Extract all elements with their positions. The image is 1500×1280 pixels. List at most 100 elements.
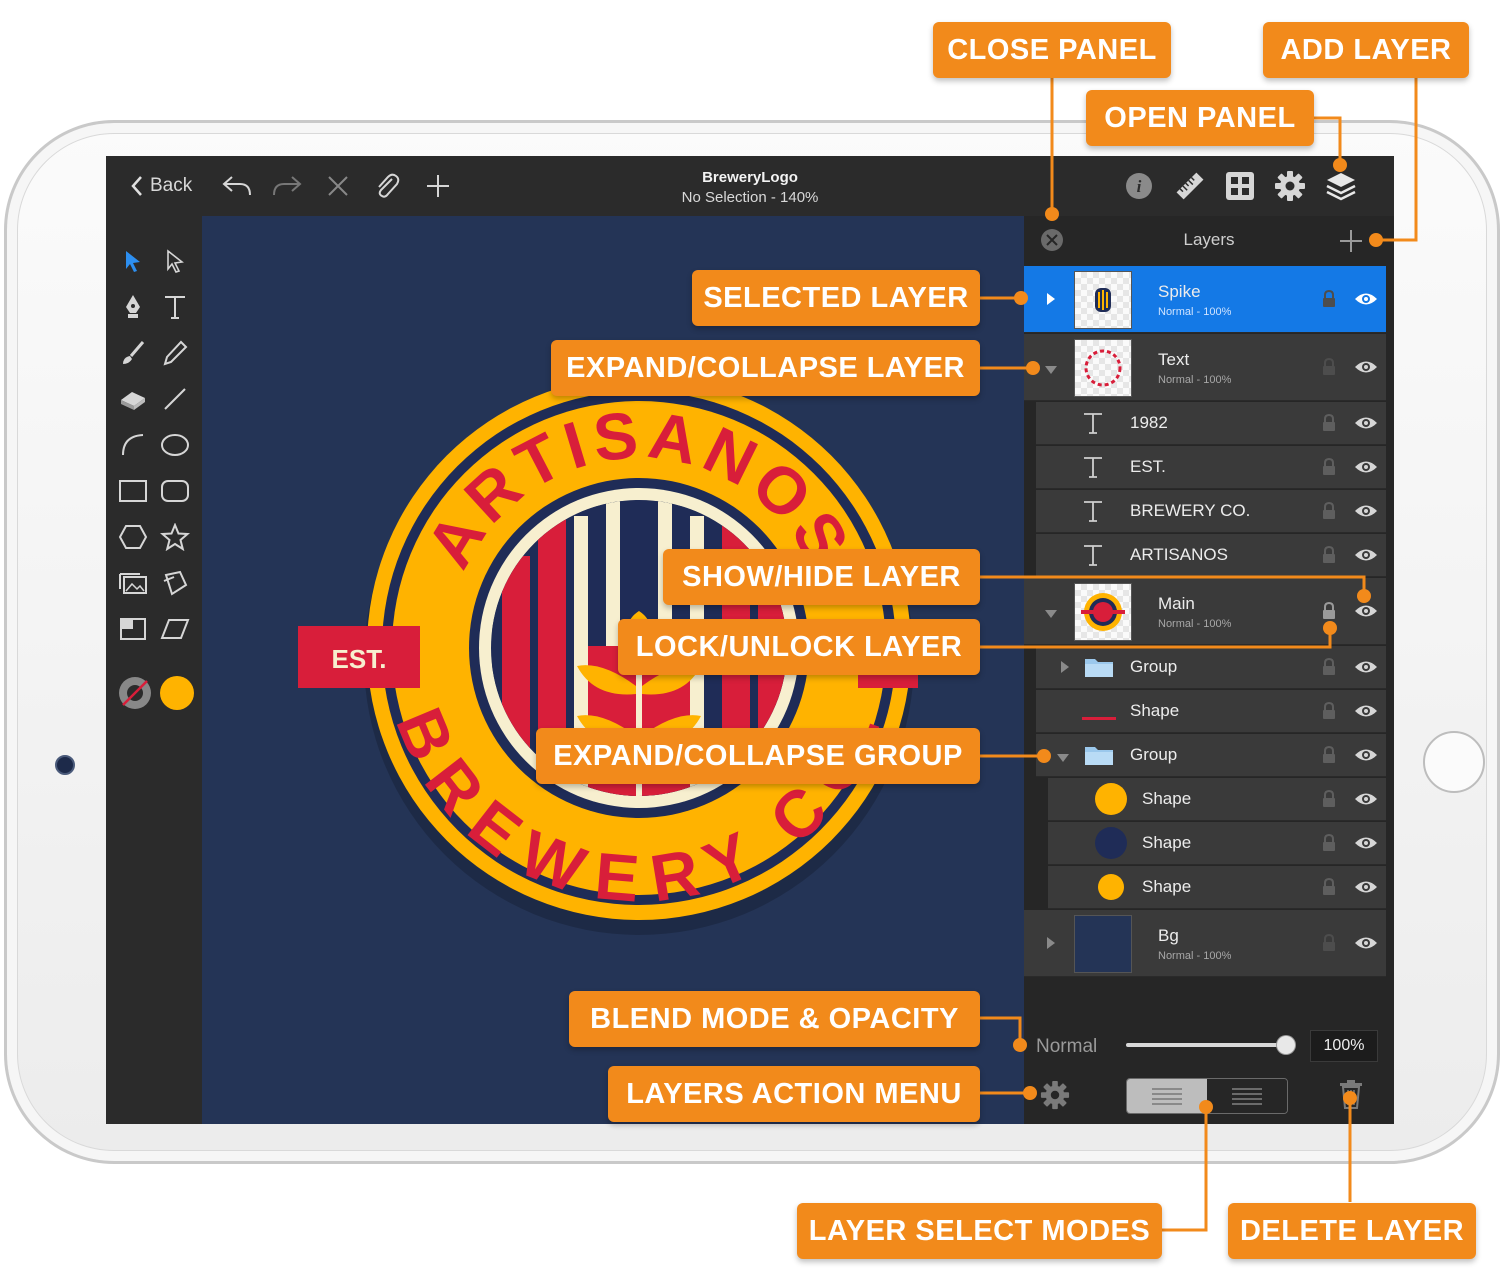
eye-icon[interactable] — [1354, 547, 1378, 568]
eye-icon[interactable] — [1354, 935, 1378, 956]
ellipse-tool[interactable] — [158, 428, 192, 462]
info-button[interactable]: i — [1124, 170, 1154, 202]
layer-row-shape[interactable]: Shape — [1048, 822, 1386, 865]
brush-icon — [123, 341, 145, 364]
layer-row-group[interactable]: Group — [1036, 646, 1386, 689]
settings-button[interactable] — [1274, 170, 1306, 202]
line-tool[interactable] — [158, 382, 192, 416]
lock-icon[interactable] — [1322, 877, 1336, 901]
expand-collapse-right-icon[interactable] — [1060, 660, 1070, 679]
list-lines-icon — [1232, 1088, 1262, 1105]
arc-tool[interactable] — [116, 428, 150, 462]
eye-icon[interactable] — [1354, 879, 1378, 900]
layer-select-modes — [1126, 1078, 1288, 1114]
hexagon-icon — [118, 525, 148, 549]
rounded-rect-tool[interactable] — [158, 474, 192, 508]
layer-row-bg[interactable]: Bg Normal - 100% — [1024, 910, 1386, 977]
open-layers-panel-button[interactable] — [1324, 170, 1358, 202]
eye-icon[interactable] — [1354, 703, 1378, 724]
layer-row-brewery-co-[interactable]: BREWERY CO. — [1036, 490, 1386, 533]
eye-icon[interactable] — [1354, 835, 1378, 856]
transform-tool[interactable] — [158, 566, 192, 600]
select-mode-multiple[interactable] — [1207, 1079, 1287, 1113]
layer-row-group[interactable]: Group — [1036, 734, 1386, 777]
layer-row-shape[interactable]: Shape — [1048, 778, 1386, 821]
layers-action-menu-button[interactable] — [1040, 1080, 1070, 1115]
add-layer-button[interactable] — [1338, 228, 1364, 259]
crop-tool[interactable] — [116, 612, 150, 646]
polygon-tool[interactable] — [116, 520, 150, 554]
fill-color-well[interactable] — [159, 675, 195, 711]
opacity-value-field[interactable]: 100% — [1310, 1030, 1378, 1062]
lock-icon[interactable] — [1322, 601, 1336, 625]
image-import-tool[interactable] — [116, 566, 150, 600]
pen-tool[interactable] — [116, 290, 150, 324]
lock-icon[interactable] — [1322, 657, 1336, 681]
layer-row-est-[interactable]: EST. — [1036, 446, 1386, 489]
layer-thumbnail — [1074, 583, 1132, 641]
layer-row-1982[interactable]: 1982 — [1036, 402, 1386, 445]
eye-icon[interactable] — [1354, 603, 1378, 624]
lock-icon[interactable] — [1322, 701, 1336, 725]
expand-collapse-down-icon[interactable] — [1056, 750, 1070, 768]
rectangle-tool[interactable] — [116, 474, 150, 508]
yellow-circle-shape-icon — [1094, 870, 1128, 909]
direct-select-tool[interactable] — [158, 244, 192, 278]
ruler-button[interactable] — [1174, 170, 1206, 202]
delete-layer-button[interactable] — [1338, 1078, 1364, 1115]
home-button[interactable] — [1423, 731, 1485, 793]
lock-icon[interactable] — [1322, 289, 1336, 313]
blend-mode-select[interactable]: Normal — [1036, 1036, 1097, 1058]
expand-collapse-right-icon[interactable] — [1046, 936, 1056, 955]
callout-open-panel: OPEN PANEL — [1086, 90, 1314, 146]
expand-collapse-right-icon[interactable] — [1046, 292, 1056, 311]
lock-icon[interactable] — [1322, 357, 1336, 381]
select-mode-single[interactable] — [1127, 1079, 1207, 1113]
lock-icon[interactable] — [1322, 413, 1336, 437]
pencil-tool[interactable] — [158, 336, 192, 370]
grid-button[interactable] — [1224, 170, 1256, 202]
eye-icon[interactable] — [1354, 747, 1378, 768]
eraser-tool[interactable] — [116, 382, 150, 416]
layer-blend-info: Normal - 100% — [1158, 950, 1232, 962]
layer-name: ARTISANOS — [1130, 545, 1228, 564]
lock-icon[interactable] — [1322, 457, 1336, 481]
eye-icon[interactable] — [1354, 791, 1378, 812]
opacity-slider-knob[interactable] — [1277, 1036, 1295, 1054]
eye-icon[interactable] — [1354, 503, 1378, 524]
lock-icon[interactable] — [1322, 501, 1336, 525]
lock-icon[interactable] — [1322, 545, 1336, 569]
lock-icon[interactable] — [1322, 745, 1336, 769]
layer-name: Spike — [1158, 282, 1201, 301]
opacity-slider[interactable] — [1126, 1036, 1295, 1054]
lock-icon[interactable] — [1322, 833, 1336, 857]
eye-icon[interactable] — [1354, 415, 1378, 436]
stroke-color-well[interactable] — [117, 675, 153, 711]
eye-icon[interactable] — [1354, 291, 1378, 312]
layer-row-main[interactable]: Main Normal - 100% — [1024, 578, 1386, 645]
text-tool[interactable] — [158, 290, 192, 324]
line-icon — [164, 388, 186, 410]
layer-row-text[interactable]: Text Normal - 100% — [1024, 334, 1386, 401]
eye-icon[interactable] — [1354, 459, 1378, 480]
lock-icon[interactable] — [1322, 933, 1336, 957]
pencil-icon — [163, 340, 188, 366]
layer-row-shape[interactable]: Shape — [1048, 866, 1386, 909]
fill-color-swatch — [160, 676, 194, 710]
text-layer-icon — [1082, 411, 1104, 440]
lock-icon[interactable] — [1322, 789, 1336, 813]
skew-tool[interactable] — [158, 612, 192, 646]
eye-icon[interactable] — [1354, 659, 1378, 680]
layer-row-shape[interactable]: Shape — [1036, 690, 1386, 733]
logo-banner-text: EST. — [332, 644, 387, 674]
expand-collapse-down-icon[interactable] — [1044, 606, 1058, 624]
layer-row-spike[interactable]: Spike Normal - 100% — [1024, 266, 1386, 333]
callout-close-panel: CLOSE PANEL — [933, 22, 1171, 78]
brush-tool[interactable] — [116, 336, 150, 370]
star-tool[interactable] — [158, 520, 192, 554]
select-tool[interactable] — [116, 244, 150, 278]
navy-circle-shape-icon — [1094, 826, 1128, 865]
eye-icon[interactable] — [1354, 359, 1378, 380]
expand-collapse-down-icon[interactable] — [1044, 362, 1058, 380]
layer-row-artisanos[interactable]: ARTISANOS — [1036, 534, 1386, 577]
